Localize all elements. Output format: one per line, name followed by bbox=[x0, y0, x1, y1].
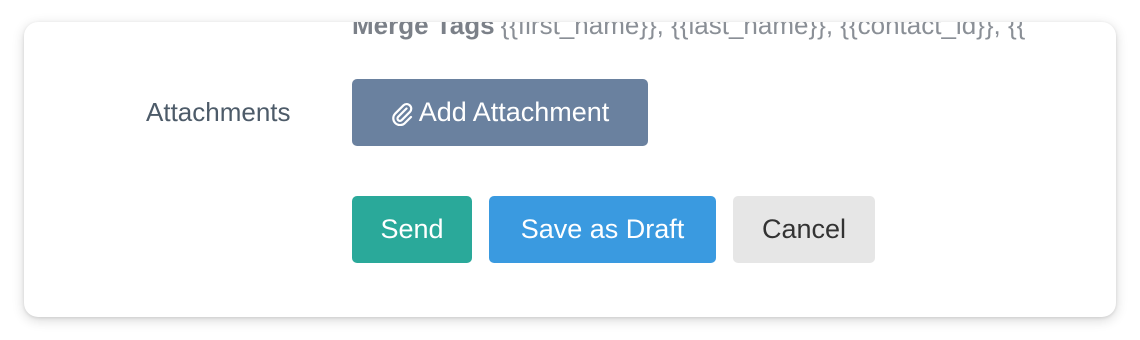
page: Merge Tags {{first_name}}, {{last_name}},… bbox=[0, 0, 1140, 340]
attachments-label: Attachments bbox=[146, 97, 291, 127]
merge-tags-values: {{first_name}}, {{last_name}}, {{contact… bbox=[500, 22, 1026, 40]
merge-tags-label: Merge Tags bbox=[352, 22, 495, 40]
merge-tags-hint: Merge Tags {{first_name}}, {{last_name}},… bbox=[352, 22, 1092, 40]
paperclip-icon bbox=[391, 100, 413, 126]
add-attachment-button[interactable]: Add Attachment bbox=[352, 79, 648, 146]
add-attachment-label: Add Attachment bbox=[418, 97, 610, 127]
send-button[interactable]: Send bbox=[352, 196, 472, 263]
save-draft-button[interactable]: Save as Draft bbox=[489, 196, 716, 263]
cancel-button[interactable]: Cancel bbox=[733, 196, 875, 263]
compose-form-card: Merge Tags {{first_name}}, {{last_name}},… bbox=[24, 22, 1116, 317]
